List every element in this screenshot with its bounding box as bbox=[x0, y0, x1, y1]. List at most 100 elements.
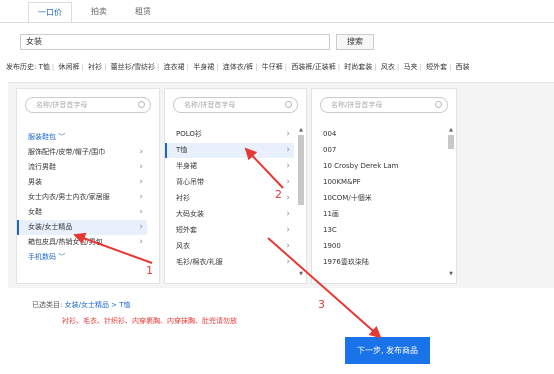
filter-placeholder: 名称/拼音首字母 bbox=[184, 101, 236, 109]
history-item[interactable]: 马夹 bbox=[403, 63, 417, 71]
chevron-right-icon: › bbox=[286, 145, 290, 155]
annotation-1: 1 bbox=[146, 264, 153, 277]
item-label: 10COM/十個米 bbox=[323, 194, 372, 202]
scrollbar-thumb[interactable] bbox=[298, 135, 304, 205]
chevron-right-icon: › bbox=[286, 161, 290, 171]
history-item[interactable]: 连衣裙 bbox=[164, 63, 185, 71]
history-item[interactable]: 蕾丝衫/雪纺衫 bbox=[111, 63, 155, 71]
list-item[interactable]: 风衣 › bbox=[165, 239, 294, 254]
search-icon bbox=[285, 101, 292, 108]
item-label: 服饰配件/皮带/帽子/围巾 bbox=[28, 148, 106, 156]
tab-fixed-price[interactable]: 一口价 bbox=[28, 2, 72, 22]
history-item[interactable]: 连体衣/裤 bbox=[223, 63, 253, 71]
scrollbar-thumb[interactable] bbox=[448, 135, 454, 149]
list-item[interactable]: 10COM/十個米 bbox=[312, 191, 444, 206]
history-item[interactable]: 半身裙 bbox=[193, 63, 214, 71]
list-item[interactable]: 004 bbox=[312, 127, 444, 142]
search-button[interactable]: 搜索 bbox=[336, 34, 374, 50]
filter-placeholder: 名称/拼音首字母 bbox=[331, 101, 383, 109]
chevron-right-icon: › bbox=[286, 209, 290, 219]
list-item-selected[interactable]: 女装/女士精品 › bbox=[17, 220, 147, 235]
item-label: T恤 bbox=[176, 146, 188, 154]
list-item[interactable]: 短外套 › bbox=[165, 223, 294, 238]
history-item[interactable]: 西装裤/正装裤 bbox=[291, 63, 335, 71]
item-label: 箱包皮具/热销女包/男包 bbox=[28, 238, 103, 246]
scroll-down-icon[interactable]: ▼ bbox=[298, 271, 304, 277]
scroll-up-icon[interactable]: ▲ bbox=[448, 127, 454, 133]
item-label: 流行男鞋 bbox=[28, 163, 56, 171]
history-item[interactable]: 西装 bbox=[456, 63, 470, 71]
list-item[interactable]: 服饰配件/皮带/帽子/围巾 › bbox=[17, 145, 147, 160]
list-item[interactable]: 1900 bbox=[312, 239, 444, 254]
chevron-right-icon: › bbox=[286, 177, 290, 187]
item-label: 女鞋 bbox=[28, 208, 42, 216]
chevron-right-icon: › bbox=[139, 162, 143, 172]
search-icon bbox=[435, 101, 442, 108]
chevron-right-icon: › bbox=[286, 257, 290, 267]
listing-type-tabs: 一口价 拍卖 租赁 bbox=[0, 0, 554, 24]
list-item-selected[interactable]: T恤 › bbox=[165, 143, 294, 158]
list-item[interactable]: 13C bbox=[312, 223, 444, 238]
category-warning: 衬衫、毛衣、针织衫、内穿裹胸、内穿抹胸、肚兜请勿放 bbox=[62, 317, 237, 325]
annotation-3: 3 bbox=[318, 298, 325, 311]
selected-path: 女装/女士精品 > T恤 bbox=[64, 301, 131, 309]
chevron-right-icon: › bbox=[139, 177, 143, 187]
list-item[interactable]: 流行男鞋 › bbox=[17, 160, 147, 175]
list-item[interactable]: 毛衫/棉衣/礼服 › bbox=[165, 255, 294, 270]
history-item[interactable]: 短外套 bbox=[426, 63, 447, 71]
chevron-right-icon: › bbox=[139, 147, 143, 157]
category-search-input[interactable]: 女装 bbox=[20, 34, 330, 50]
history-item[interactable]: 时尚套装 bbox=[344, 63, 372, 71]
chevron-right-icon: › bbox=[139, 207, 143, 217]
column-filter-input[interactable]: 名称/拼音首字母 bbox=[173, 97, 298, 113]
history-item[interactable]: 休闲裤 bbox=[58, 63, 79, 71]
category-column-3: 名称/拼音首字母 004 007 10 Crosby Derek Lam 100… bbox=[311, 88, 457, 284]
scrollbar[interactable]: ▲ ▼ bbox=[298, 127, 304, 277]
tab-rental[interactable]: 租赁 bbox=[122, 2, 164, 22]
item-label: 1900 bbox=[323, 242, 341, 250]
list-item[interactable]: 大码女装 › bbox=[165, 207, 294, 222]
scroll-down-icon[interactable]: ▼ bbox=[448, 271, 454, 277]
column-filter-input[interactable]: 名称/拼音首字母 bbox=[25, 97, 151, 113]
history-item[interactable]: 风衣 bbox=[381, 63, 395, 71]
list-item[interactable]: 11画 bbox=[312, 207, 444, 222]
list-item[interactable]: 男装 › bbox=[17, 175, 147, 190]
item-label: 毛衫/棉衣/礼服 bbox=[176, 258, 223, 266]
item-label: 100KM&PF bbox=[323, 178, 361, 186]
category-column-2: 名称/拼音首字母 POLO衫 › T恤 › 半身裙 › 背心吊带 › 衬衫 › 大码女装 ›… bbox=[164, 88, 307, 284]
category-column-1: 名称/拼音首字母 服装鞋包 ﹀ 服饰配件/皮带/帽子/围巾 › 流行男鞋 › 男装 ›… bbox=[16, 88, 160, 284]
chevron-right-icon: › bbox=[139, 222, 143, 232]
chevron-right-icon: › bbox=[139, 237, 143, 247]
list-item[interactable]: 007 bbox=[312, 143, 444, 158]
history-item[interactable]: 衬衫 bbox=[88, 63, 102, 71]
chevron-down-icon: ﹀ bbox=[58, 253, 66, 261]
list-item[interactable]: 女士内衣/男士内衣/家居服 › bbox=[17, 190, 147, 205]
publish-history: 发布历史: T恤 | 休闲裤 | 衬衫 | 蕾丝衫/雪纺衫 | 连衣裙 | 半身裙 | 连体… bbox=[6, 63, 470, 71]
item-label: 007 bbox=[323, 146, 337, 154]
filter-placeholder: 名称/拼音首字母 bbox=[36, 101, 88, 109]
column-filter-input[interactable]: 名称/拼音首字母 bbox=[320, 97, 448, 113]
history-item[interactable]: T恤 bbox=[39, 63, 50, 71]
list-item[interactable]: 箱包皮具/热销女包/男包 › bbox=[17, 235, 147, 250]
group-label: 手机数码 bbox=[28, 253, 56, 261]
selected-label: 已选类目: bbox=[32, 301, 63, 309]
group-label: 服装鞋包 bbox=[28, 133, 56, 141]
list-item[interactable]: 女鞋 › bbox=[17, 205, 147, 220]
list-item[interactable]: POLO衫 › bbox=[165, 127, 294, 142]
category-group-apparel[interactable]: 服装鞋包 ﹀ bbox=[17, 130, 147, 145]
list-item[interactable]: 10 Crosby Derek Lam bbox=[312, 159, 444, 174]
list-item[interactable]: 100KM&PF bbox=[312, 175, 444, 190]
list-item[interactable]: 半身裙 › bbox=[165, 159, 294, 174]
tab-auction[interactable]: 拍卖 bbox=[78, 2, 120, 22]
list-item[interactable]: 1976壹玖柒陆 bbox=[312, 255, 444, 270]
scrollbar[interactable]: ▲ ▼ bbox=[448, 127, 454, 277]
scroll-up-icon[interactable]: ▲ bbox=[298, 127, 304, 133]
chevron-right-icon: › bbox=[286, 225, 290, 235]
chevron-right-icon: › bbox=[139, 192, 143, 202]
item-label: 13C bbox=[323, 226, 337, 234]
category-group-digital[interactable]: 手机数码 ﹀ bbox=[17, 250, 147, 265]
item-label: 004 bbox=[323, 130, 337, 138]
next-publish-button[interactable]: 下一步, 发布商品 bbox=[345, 337, 430, 364]
history-item[interactable]: 牛仔裤 bbox=[262, 63, 283, 71]
search-icon bbox=[138, 101, 145, 108]
